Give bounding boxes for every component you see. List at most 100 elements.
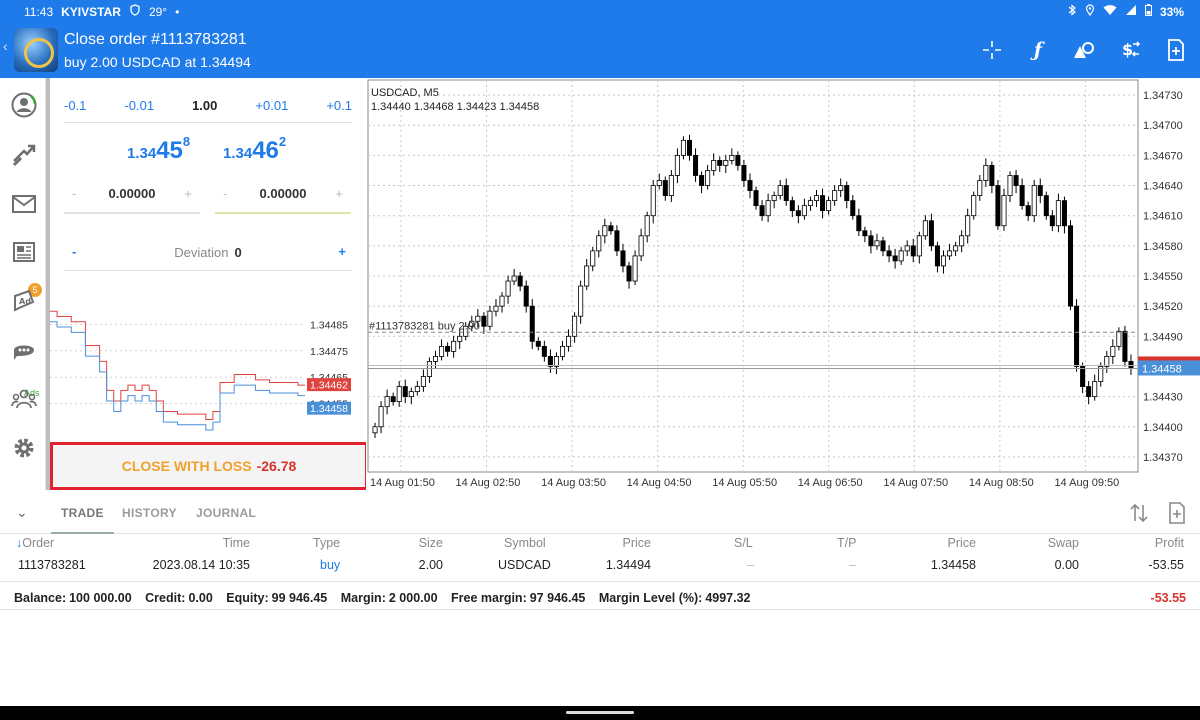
candle-body	[1025, 205, 1031, 217]
chart-ohlc: 1.34440 1.34468 1.34423 1.34458	[371, 101, 540, 113]
candle-body	[1019, 185, 1025, 207]
candle-body	[820, 195, 826, 212]
free-margin-label: Free margin:	[451, 591, 527, 605]
column-current-price[interactable]: Price	[948, 536, 976, 550]
candle-body	[729, 154, 735, 161]
balance-label: Balance:	[14, 591, 67, 605]
sort-icon[interactable]	[1128, 502, 1150, 529]
function-icon[interactable]: ƒ	[1026, 38, 1050, 62]
volume-plus-0.01[interactable]: +0.01	[255, 98, 288, 113]
chat-icon[interactable]	[11, 338, 37, 364]
battery-percent: 33%	[1159, 4, 1184, 19]
candle-body	[801, 205, 807, 217]
close-with-loss-button[interactable]: CLOSE WITH LOSS -26.78	[50, 442, 368, 490]
candle-body	[922, 220, 928, 237]
volume-minus-0.01[interactable]: -0.01	[124, 98, 154, 113]
tab-trade[interactable]: TRADE	[51, 506, 114, 534]
candle-body	[481, 315, 487, 327]
shield-icon	[129, 4, 141, 19]
row-size: 2.00	[418, 558, 443, 572]
column-sl[interactable]: S/L	[734, 536, 753, 550]
page-title: Close order #1113783281	[64, 31, 247, 48]
account-icon[interactable]	[11, 92, 37, 118]
symbol-icon[interactable]: $	[1118, 38, 1142, 62]
objects-icon[interactable]	[1072, 38, 1096, 62]
deviation-plus[interactable]: +	[338, 244, 346, 259]
take-profit-field[interactable]: - 0.00000 +	[215, 178, 351, 214]
candle-body	[674, 154, 680, 176]
candle-body	[868, 235, 874, 247]
candle-body	[928, 220, 934, 247]
x-tick-label: 14 Aug 03:50	[541, 477, 606, 489]
candle-body	[517, 275, 523, 287]
candle-body	[414, 386, 420, 392]
candle-body	[880, 240, 886, 252]
y-tick-label: 1.34700	[1143, 120, 1183, 132]
stop-loss-field[interactable]: - 0.00000 +	[64, 178, 200, 214]
take-profit-plus[interactable]: +	[335, 186, 343, 201]
volume-value[interactable]: 1.00	[192, 98, 217, 113]
new-order-icon[interactable]	[1168, 502, 1186, 529]
equity-value: 99 946.45	[271, 591, 328, 605]
news-icon[interactable]	[11, 239, 37, 265]
deviation-label: Deviation 0	[64, 245, 352, 260]
mail-icon[interactable]	[11, 191, 37, 217]
candle-body	[995, 185, 1001, 227]
price-chart[interactable]: 1.34730 1.34700 1.34670 1.34640 1.34610 1.345…	[366, 78, 1200, 492]
svg-text:Ad: Ad	[19, 297, 31, 306]
divider	[64, 270, 352, 271]
column-time[interactable]: Time	[223, 536, 250, 550]
tab-history[interactable]: HISTORY	[122, 506, 177, 520]
ads-icon[interactable]: Ad	[11, 288, 37, 314]
tab-journal[interactable]: JOURNAL	[196, 506, 256, 520]
account-summary: Balance: 100 000.00 Credit: 0.00 Equity: 99…	[0, 588, 1200, 610]
new-order-icon[interactable]	[1164, 38, 1188, 62]
trade-icon[interactable]	[11, 141, 37, 167]
volume-plus-0.1[interactable]: +0.1	[326, 98, 352, 113]
column-size[interactable]: Size	[419, 536, 443, 550]
table-row[interactable]: 1113783281 2023.08.14 10:35 buy 2.00 USD…	[0, 558, 1200, 582]
column-order[interactable]: ↓Order	[16, 536, 54, 550]
home-handle[interactable]	[566, 711, 634, 714]
column-symbol[interactable]: Symbol	[504, 536, 546, 550]
candle-body	[747, 180, 753, 191]
column-type[interactable]: Type	[313, 536, 340, 550]
column-price[interactable]: Price	[623, 536, 651, 550]
candle-body	[1061, 200, 1067, 227]
volume-stepper: -0.1 -0.01 1.00 +0.01 +0.1	[64, 98, 352, 113]
bid-price: 1.34458	[127, 134, 190, 165]
deviation-stepper[interactable]: - Deviation 0 +	[64, 240, 352, 270]
candle-body	[439, 345, 445, 357]
candle-body	[402, 386, 408, 398]
candle-body	[862, 230, 868, 237]
candle-body	[705, 170, 711, 186]
candle-body	[457, 335, 463, 342]
status-time: 11:43	[24, 4, 54, 19]
community-icon[interactable]	[11, 386, 37, 412]
candle-body	[632, 255, 638, 282]
back-arrow-icon[interactable]: ‹	[3, 38, 8, 54]
ask-price: 1.34462	[223, 134, 286, 165]
app-logo[interactable]	[14, 28, 58, 72]
candle-body	[451, 340, 457, 352]
crosshair-icon[interactable]	[980, 38, 1004, 62]
location-icon	[1085, 4, 1095, 19]
take-profit-value[interactable]: 0.00000	[215, 186, 351, 201]
column-swap[interactable]: Swap	[1048, 536, 1079, 550]
close-button-value: -26.78	[256, 458, 297, 474]
deviation-label-text: Deviation	[174, 245, 229, 260]
candle-body	[547, 356, 553, 367]
bluetooth-icon	[1067, 4, 1077, 19]
candle-body	[1013, 175, 1019, 186]
candlestick-chart[interactable]: 1.34730 1.34700 1.34670 1.34640 1.34610 1.345…	[366, 78, 1200, 492]
settings-icon[interactable]	[11, 435, 37, 461]
chevron-down-icon[interactable]: ⌄	[16, 504, 28, 521]
volume-minus-0.1[interactable]: -0.1	[64, 98, 86, 113]
stop-loss-plus[interactable]: +	[184, 186, 192, 201]
column-tp[interactable]: T/P	[837, 536, 856, 550]
candle-body	[432, 356, 439, 362]
stop-loss-value[interactable]: 0.00000	[64, 186, 200, 201]
x-tick-label: 14 Aug 06:50	[798, 477, 863, 489]
column-profit[interactable]: Profit	[1155, 536, 1184, 550]
candle-body	[717, 160, 723, 166]
